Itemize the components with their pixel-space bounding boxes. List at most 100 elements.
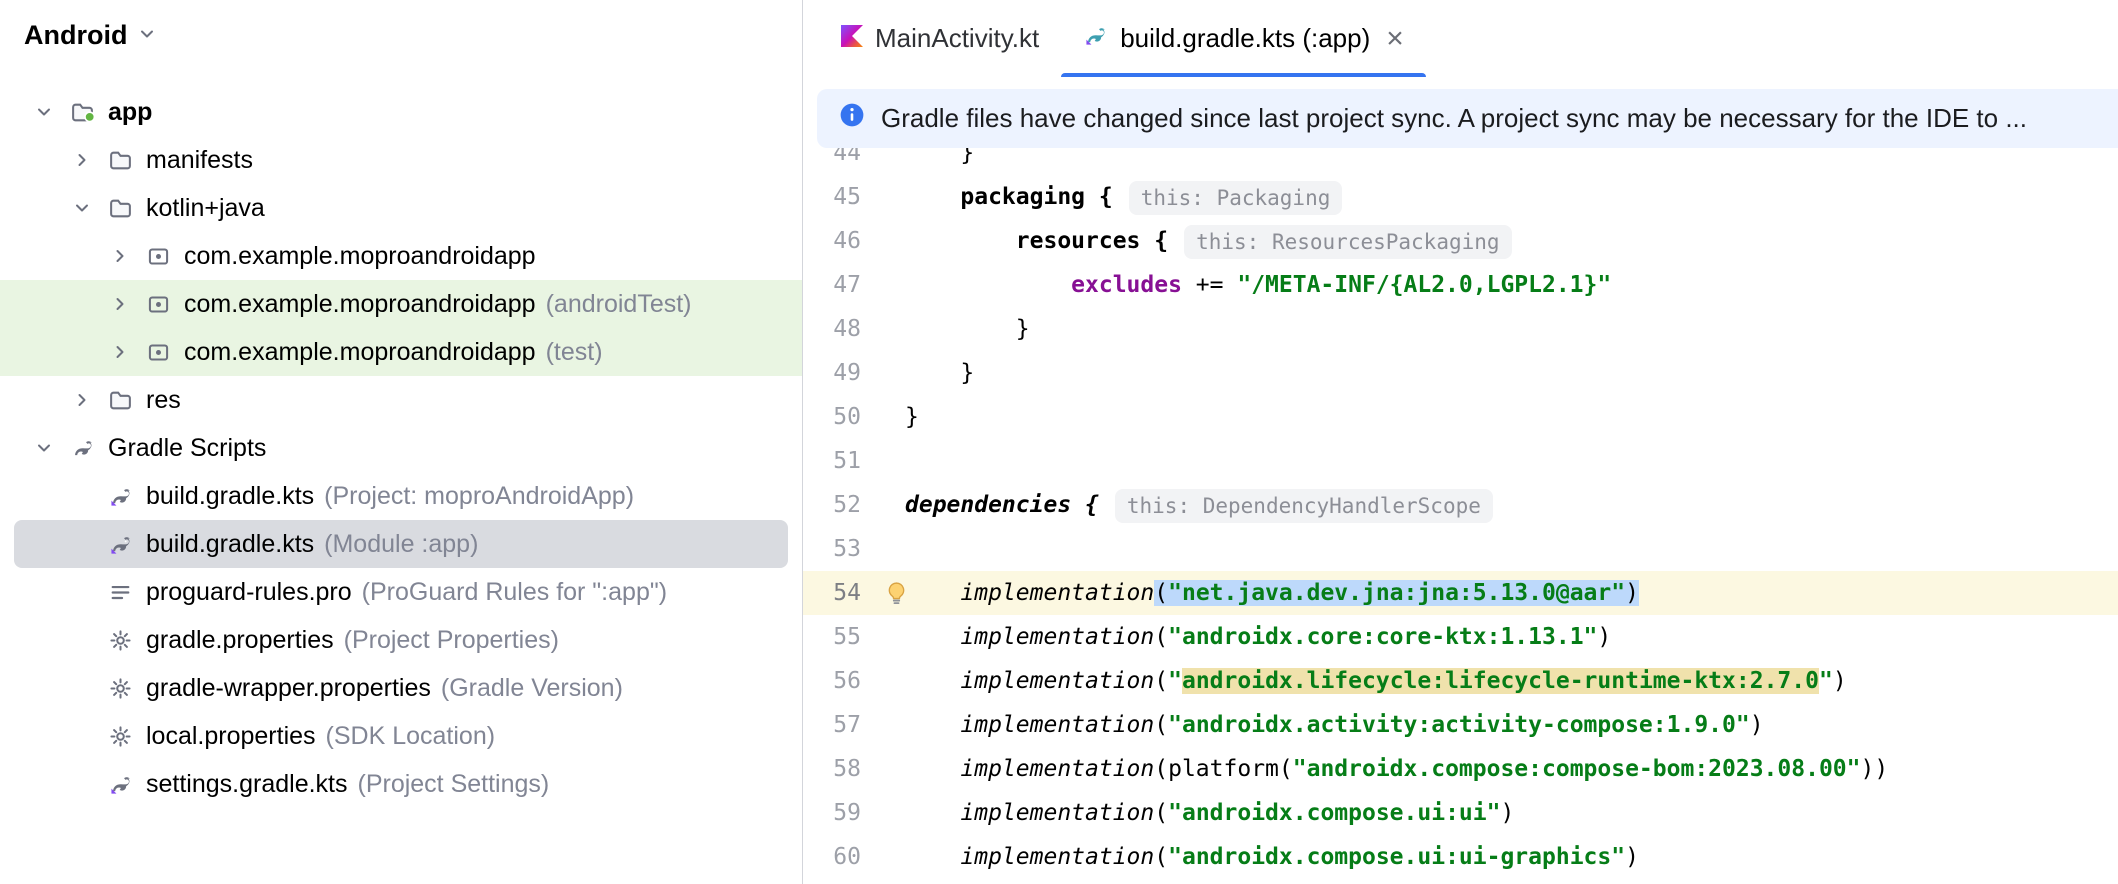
project-view-selector[interactable]: Android [0,0,802,63]
line-number[interactable]: 45 [803,175,861,219]
chevron-right-icon[interactable] [72,390,108,410]
code-token: ( [1154,712,1169,738]
ide-window: Android app manifests kotlin+java com.examp… [0,0,2118,884]
code-token: ) [1749,712,1764,738]
tree-item-label: settings.gradle.kts [146,769,348,798]
info-icon [839,102,865,135]
code-token: androidx.lifecycle:lifecycle-runtime-ktx… [1181,668,1819,694]
code-line-content[interactable]: implementation("androidx.compose.ui:ui-g… [861,835,1639,879]
code-line-content[interactable]: implementation(platform("androidx.compos… [861,747,1888,791]
line-number[interactable]: 50 [803,395,861,439]
tree-row[interactable]: app [0,88,802,136]
code-line: 50} [803,395,2118,439]
tree-row[interactable]: kotlin+java [0,184,802,232]
line-number[interactable]: 57 [803,703,861,747]
code-line-content[interactable]: } [861,351,974,395]
code-line-content[interactable]: implementation("net.java.dev.jna:jna:5.1… [861,571,1639,615]
line-number[interactable]: 55 [803,615,861,659]
code-line-content[interactable]: resources {this: ResourcesPackaging [861,219,1512,263]
gradle-icon [70,436,108,461]
tree-row[interactable]: gradle-wrapper.properties (Gradle Version… [0,664,802,712]
code-line-content[interactable]: packaging {this: Packaging [861,175,1343,219]
code-token: ) [1625,580,1639,606]
code-line-content[interactable] [861,527,905,571]
code-editor[interactable]: 44 } 45 packaging {this: Packaging 46 reso… [803,131,2118,884]
gradle-file-icon [108,532,146,557]
line-number[interactable]: 51 [803,439,861,483]
line-number[interactable]: 56 [803,659,861,703]
editor-tab[interactable]: MainActivity.kt [819,0,1061,77]
tree-item-label: com.example.moproandroidapp [184,241,536,270]
line-number[interactable]: 47 [803,263,861,307]
tree-item-label: kotlin+java [146,193,265,222]
code-token: ) [1625,844,1639,870]
code-token: "/META-INF/{AL2.0,LGPL2.1}" [1237,272,1612,298]
code-line-content[interactable]: } [861,307,1030,351]
line-number[interactable]: 58 [803,747,861,791]
tree-row[interactable]: Gradle Scripts [0,424,802,472]
code-token: implementation [960,712,1155,738]
tree-row[interactable]: com.example.moproandroidapp [0,232,802,280]
editor-tab[interactable]: build.gradle.kts (:app) × [1061,0,1426,77]
code-token: (platform( [1154,756,1293,782]
chevron-right-icon[interactable] [72,150,108,170]
code-token: dependencies { [905,492,1099,518]
chevron-right-icon[interactable] [110,342,146,362]
line-number[interactable]: 46 [803,219,861,263]
line-number[interactable]: 54 [803,571,861,615]
line-number[interactable]: 53 [803,527,861,571]
tree-row[interactable]: local.properties (SDK Location) [0,712,802,760]
line-number[interactable]: 48 [803,307,861,351]
chevron-down-icon[interactable] [72,198,108,218]
code-line: 45 packaging {this: Packaging [803,175,2118,219]
line-number[interactable]: 59 [803,791,861,835]
code-line-content[interactable]: } [861,395,919,439]
tree-row[interactable]: settings.gradle.kts (Project Settings) [0,760,802,808]
tree-row[interactable]: build.gradle.kts (Module :app) [14,520,788,568]
tree-item-suffix: (Project: moproAndroidApp) [324,481,635,510]
code-line: 56 implementation("androidx.lifecycle:li… [803,659,2118,703]
code-token: implementation [960,624,1155,650]
chevron-down-icon[interactable] [34,102,70,122]
code-line: 58 implementation(platform("androidx.com… [803,747,2118,791]
gradle-tab-icon [1083,23,1108,55]
tree-item-label: build.gradle.kts [146,529,315,558]
kotlin-icon [841,23,863,54]
code-line-content[interactable]: implementation("androidx.lifecycle:lifec… [861,659,1847,703]
project-tree: app manifests kotlin+java com.example.mopro… [0,63,802,808]
tree-row[interactable]: proguard-rules.pro (ProGuard Rules for ":… [0,568,802,616]
code-token: "net.java.dev.jna:jna:5.13.0@aar" [1168,580,1626,606]
chevron-right-icon[interactable] [110,294,146,314]
code-line-content[interactable] [861,439,905,483]
tree-item-label: manifests [146,145,253,174]
line-number[interactable]: 49 [803,351,861,395]
close-icon[interactable]: × [1386,23,1404,54]
inlay-hint: this: ResourcesPackaging [1184,224,1512,259]
tree-row[interactable]: build.gradle.kts (Project: moproAndroidAp… [0,472,802,520]
tree-row[interactable]: res [0,376,802,424]
code-line: 47 excludes += "/META-INF/{AL2.0,LGPL2.1… [803,263,2118,307]
code-line-content[interactable]: implementation("androidx.compose.ui:ui") [861,791,1514,835]
tree-item-label: proguard-rules.pro [146,577,352,606]
gradle-sync-banner: Gradle files have changed since last pro… [817,89,2118,148]
code-line: 49 } [803,351,2118,395]
code-line-content[interactable]: implementation("androidx.activity:activi… [861,703,1764,747]
line-number[interactable]: 60 [803,835,861,879]
code-line-content[interactable]: excludes += "/META-INF/{AL2.0,LGPL2.1}" [861,263,1611,307]
tree-row[interactable]: manifests [0,136,802,184]
tree-row[interactable]: com.example.moproandroidapp (androidTest) [0,280,802,328]
code-line-content[interactable]: dependencies {this: DependencyHandlerSco… [861,483,1493,527]
folder-icon [108,196,146,221]
line-number[interactable]: 52 [803,483,861,527]
tree-item-label: res [146,385,181,414]
tree-item-label: build.gradle.kts [146,481,315,510]
tree-item-label: gradle-wrapper.properties [146,673,431,702]
tree-row[interactable]: com.example.moproandroidapp (test) [0,328,802,376]
chevron-right-icon[interactable] [110,246,146,266]
tree-row[interactable]: gradle.properties (Project Properties) [0,616,802,664]
code-line-content[interactable]: implementation("androidx.core:core-ktx:1… [861,615,1611,659]
app-folder-icon [70,100,108,125]
tree-item-label: local.properties [146,721,316,750]
chevron-down-icon[interactable] [34,438,70,458]
